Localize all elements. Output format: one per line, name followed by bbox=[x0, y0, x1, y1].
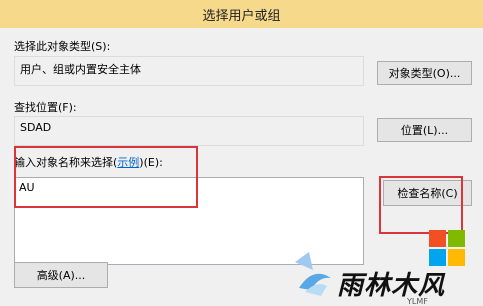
names-label: 输入对象名称来选择(示例)(E): bbox=[14, 154, 163, 170]
check-names-button[interactable]: 检查名称(C) bbox=[383, 180, 472, 206]
window-title: 选择用户或组 bbox=[202, 9, 281, 24]
object-type-label: 选择此对象类型(S): bbox=[14, 38, 110, 54]
title-bar: 选择用户或组 bbox=[0, 0, 483, 28]
location-value: SDAD bbox=[20, 121, 52, 134]
object-type-field: 用户、组或内置安全主体 bbox=[14, 56, 364, 86]
examples-link[interactable]: 示例 bbox=[117, 156, 139, 169]
object-names-value: AU bbox=[19, 181, 35, 194]
object-type-accel: (S): bbox=[91, 40, 111, 53]
windows-logo-icon bbox=[427, 228, 467, 268]
location-accel: (F): bbox=[58, 101, 77, 114]
location-label-text: 查找位置 bbox=[14, 101, 58, 114]
watermark-small-text: YLMF bbox=[407, 297, 428, 306]
dialog-client: 选择此对象类型(S): 用户、组或内置安全主体 对象类型(O)... 查找位置(… bbox=[3, 28, 480, 306]
advanced-button[interactable]: 高级(A)... bbox=[14, 262, 108, 288]
windows-logo-svg bbox=[429, 230, 465, 266]
object-types-button[interactable]: 对象类型(O)... bbox=[377, 61, 472, 85]
wave-logo-icon bbox=[295, 252, 331, 296]
names-accel: (E): bbox=[143, 156, 163, 169]
watermark-wave-logo bbox=[291, 242, 335, 300]
names-label-text: 输入对象名称来选择 bbox=[14, 156, 113, 169]
locations-button[interactable]: 位置(L)... bbox=[377, 118, 472, 142]
object-type-value: 用户、组或内置安全主体 bbox=[20, 63, 141, 76]
watermark-text: 雨林木风 bbox=[337, 271, 446, 301]
location-label: 查找位置(F): bbox=[14, 99, 77, 115]
location-field: SDAD bbox=[14, 116, 364, 146]
object-type-label-text: 选择此对象类型 bbox=[14, 40, 91, 53]
